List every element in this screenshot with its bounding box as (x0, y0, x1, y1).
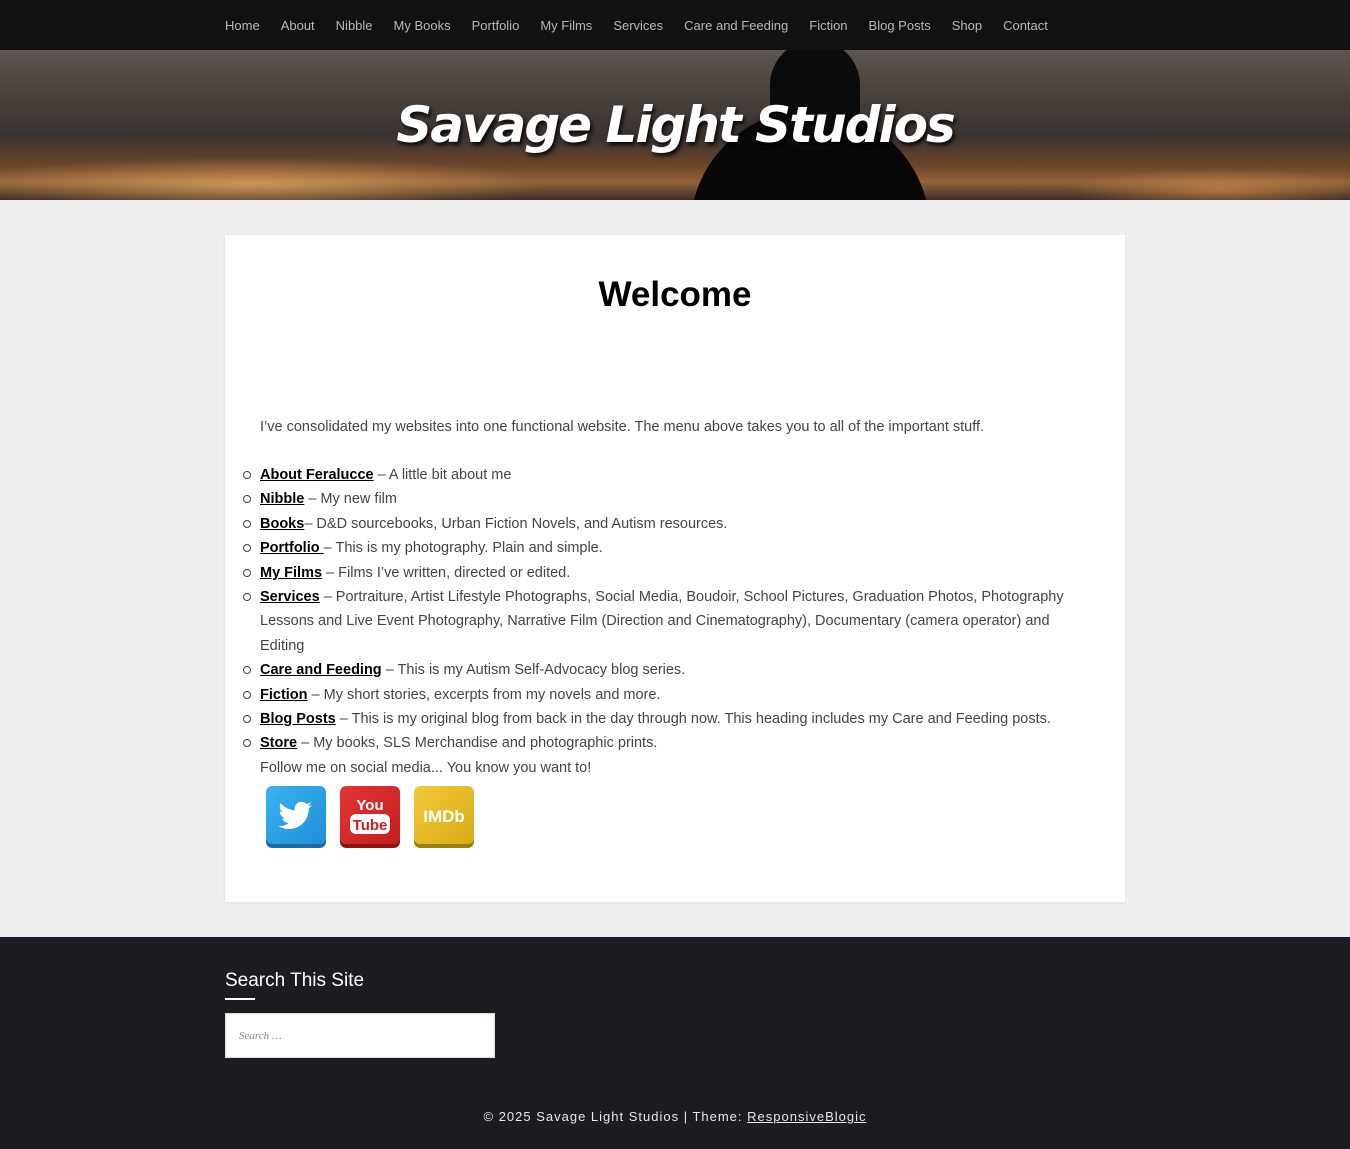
follow-text: Follow me on social media... You know yo… (260, 759, 592, 776)
list-item: Blog Posts – This is my original blog fr… (243, 707, 1080, 731)
search-widget-title: Search This Site (225, 970, 365, 991)
site-title[interactable]: Savage Light Studios (0, 96, 1350, 154)
list-item: My Films – Films I’ve written, directed … (243, 561, 1080, 585)
link-fiction[interactable]: Fiction (260, 687, 308, 703)
nav-item-blog-posts[interactable]: Blog Posts (869, 18, 931, 33)
link-blog-posts[interactable]: Blog Posts (260, 711, 336, 727)
youtube-logo-icon: You Tube (350, 797, 390, 834)
list-item: Store – My books, SLS Merchandise and ph… (243, 731, 1080, 755)
list-item: Books– D&D sourcebooks, Urban Fiction No… (243, 512, 1080, 536)
list-item-description: – Portraiture, Artist Lifestyle Photogra… (260, 589, 1064, 654)
list-item-description: – My short stories, excerpts from my nov… (307, 686, 661, 703)
list-item: Services – Portraiture, Artist Lifestyle… (243, 585, 1080, 658)
imdb-logo-text: IMDb (423, 807, 465, 826)
copyright-line: © 2025 Savage Light Studios | Theme: Res… (0, 1109, 1350, 1124)
copyright-text: © 2025 Savage Light Studios | Theme: (483, 1109, 748, 1124)
page-title: Welcome (598, 275, 752, 314)
content-card: Welcome I’ve consolidated my websites in… (225, 235, 1125, 902)
link-about-feralucce[interactable]: About Feralucce (260, 467, 374, 483)
nav-item-portfolio[interactable]: Portfolio (472, 18, 520, 33)
list-item-description: – My new film (304, 491, 397, 508)
nav-item-services[interactable]: Services (613, 18, 663, 33)
link-nibble[interactable]: Nibble (260, 491, 304, 507)
nav-item-care-and-feeding[interactable]: Care and Feeding (684, 18, 788, 33)
twitter-button[interactable] (266, 786, 326, 848)
twitter-bird-icon (278, 801, 312, 829)
list-item: Care and Feeding – This is my Autism Sel… (243, 658, 1080, 682)
intro-text: I’ve consolidated my websites into one f… (260, 419, 985, 435)
list-item: Fiction – My short stories, excerpts fro… (243, 683, 1080, 707)
nav-item-my-books[interactable]: My Books (394, 18, 451, 33)
list-item-description: – This is my original blog from back in … (335, 711, 1051, 728)
widget-title-underline (225, 998, 255, 1000)
list-item: About Feralucce – A little bit about me (243, 463, 1080, 487)
list-item-description: – A little bit about me (373, 467, 512, 483)
link-services[interactable]: Services (260, 589, 320, 605)
imdb-button[interactable]: IMDb (414, 786, 474, 848)
list-item: Portfolio – This is my photography. Plai… (243, 536, 1080, 560)
youtube-button[interactable]: You Tube (340, 786, 400, 848)
theme-link[interactable]: ResponsiveBlogic (747, 1109, 866, 1124)
search-input[interactable] (225, 1013, 495, 1058)
nav-item-nibble[interactable]: Nibble (336, 18, 373, 33)
nav-item-my-films[interactable]: My Films (540, 18, 592, 33)
section-link-list: About Feralucce – A little bit about me … (243, 463, 1080, 780)
imdb-logo-icon: IMDb (423, 807, 465, 826)
nav-item-about[interactable]: About (281, 18, 315, 33)
link-books[interactable]: Books (260, 516, 304, 532)
youtube-logo-bottom-text: Tube (353, 817, 388, 834)
link-store[interactable]: Store (260, 735, 297, 751)
list-item-description: – D&D sourcebooks, Urban Fiction Novels,… (304, 515, 728, 532)
nav-item-contact[interactable]: Contact (1003, 18, 1048, 33)
list-item-description: – Films I’ve written, directed or edited… (322, 564, 571, 581)
nav-item-fiction[interactable]: Fiction (809, 18, 847, 33)
link-my-films[interactable]: My Films (260, 565, 322, 581)
city-lights-glow (0, 150, 1350, 200)
list-item: Nibble – My new film (243, 487, 1080, 511)
site-footer: Search This Site © 2025 Savage Light Stu… (0, 937, 1350, 1149)
nav-item-shop[interactable]: Shop (952, 18, 982, 33)
nav-item-home[interactable]: Home (225, 18, 260, 33)
link-portfolio[interactable]: Portfolio (260, 540, 324, 556)
top-navigation: Home About Nibble My Books Portfolio My … (0, 0, 1350, 50)
nav-menu: Home About Nibble My Books Portfolio My … (225, 0, 1069, 50)
list-item-description: – This is my Autism Self-Advocacy blog s… (381, 662, 686, 679)
youtube-logo-top-text: You (356, 797, 383, 814)
header-banner: Savage Light Studios (0, 50, 1350, 200)
link-care-and-feeding[interactable]: Care and Feeding (260, 662, 382, 678)
list-item-description: – This is my photography. Plain and simp… (323, 540, 603, 557)
list-item-description: – My books, SLS Merchandise and photogra… (297, 735, 658, 752)
